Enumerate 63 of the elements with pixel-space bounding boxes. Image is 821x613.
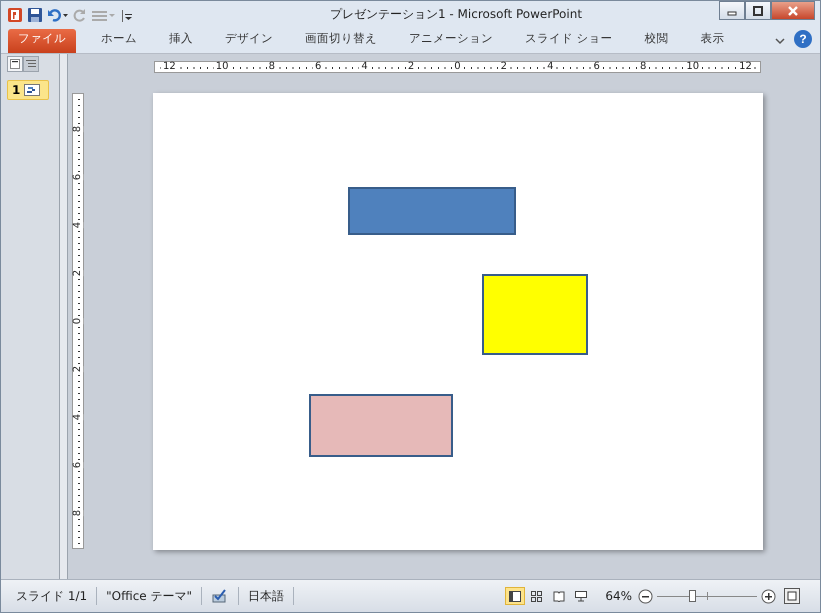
ribbon-tab[interactable]: デザイン: [214, 29, 284, 53]
ribbon-tab[interactable]: 校閲: [634, 29, 680, 53]
redo-icon: [73, 6, 87, 22]
slide-icon: [10, 59, 20, 69]
ruler-number: 8: [73, 126, 83, 132]
minimize-button[interactable]: [719, 1, 745, 20]
book-icon: [553, 590, 566, 602]
ruler-number: 12: [737, 62, 754, 72]
ruler-number: 6: [592, 62, 602, 72]
slide-canvas[interactable]: [153, 93, 763, 550]
maximize-button[interactable]: [745, 1, 771, 20]
undo-icon[interactable]: [47, 6, 69, 22]
rectangle-shape[interactable]: [309, 394, 453, 457]
ruler-number: 6: [312, 62, 324, 72]
file-tab[interactable]: ファイル: [8, 29, 76, 53]
fit-to-window-icon[interactable]: [784, 588, 800, 604]
theme-name: "Office テーマ": [97, 587, 202, 605]
ribbon-tab[interactable]: 表示: [690, 29, 736, 53]
ribbon-tab[interactable]: アニメーション: [398, 29, 504, 53]
ribbon-tab[interactable]: 画面切り替え: [294, 29, 388, 53]
expand-ribbon-icon[interactable]: [774, 36, 786, 46]
ruler-number: 4: [545, 62, 556, 72]
maximize-icon: [753, 6, 763, 16]
ruler-number: 8: [73, 510, 83, 516]
save-icon[interactable]: [27, 6, 43, 22]
ruler-number: 12: [161, 62, 178, 72]
grid-icon: [531, 590, 544, 602]
zoom-slider[interactable]: [657, 589, 757, 603]
projector-screen-icon: [575, 590, 588, 602]
ruler-number: 6: [73, 174, 83, 180]
app-logo-icon[interactable]: [7, 6, 23, 22]
outline-icon: [26, 59, 36, 69]
slide-thumbnail[interactable]: 1: [7, 80, 49, 100]
ruler-number: 10: [684, 62, 702, 72]
close-button[interactable]: [771, 1, 815, 20]
ribbon-tab[interactable]: スライド ショー: [514, 29, 624, 53]
normal-view-button[interactable]: [505, 587, 526, 605]
zoom-in-icon[interactable]: [761, 588, 776, 604]
window-title: プレゼンテーション1 - Microsoft PowerPoint: [328, 6, 584, 23]
ruler-number: 2: [73, 270, 83, 276]
slide-counter: スライド 1/1: [7, 587, 98, 605]
language-indicator[interactable]: 日本語: [239, 587, 294, 605]
normal-view-icon: [509, 590, 522, 602]
slides-tab[interactable]: [7, 56, 23, 72]
ruler-number: 4: [73, 414, 83, 420]
ruler-number: 6: [73, 462, 83, 468]
close-icon: [787, 6, 799, 16]
ribbon-tab[interactable]: 挿入: [158, 29, 204, 53]
ruler-number: 2: [406, 62, 416, 72]
ruler-number: 10: [214, 62, 231, 72]
help-button[interactable]: ?: [794, 30, 812, 48]
ruler-number: 2: [73, 366, 83, 372]
ruler-number: 8: [638, 62, 648, 72]
ruler-number: 8: [266, 62, 277, 72]
rectangle-shape[interactable]: [482, 274, 588, 355]
ruler-number: 0: [73, 318, 83, 324]
ruler-number: 4: [359, 62, 370, 72]
zoom-level[interactable]: 64%: [605, 589, 632, 603]
ribbon-tab[interactable]: ホーム: [90, 29, 148, 53]
ruler-number: 0: [452, 62, 463, 72]
ruler-number: 4: [73, 222, 83, 228]
outline-tab[interactable]: [23, 56, 39, 72]
zoom-out-icon[interactable]: [638, 588, 653, 604]
